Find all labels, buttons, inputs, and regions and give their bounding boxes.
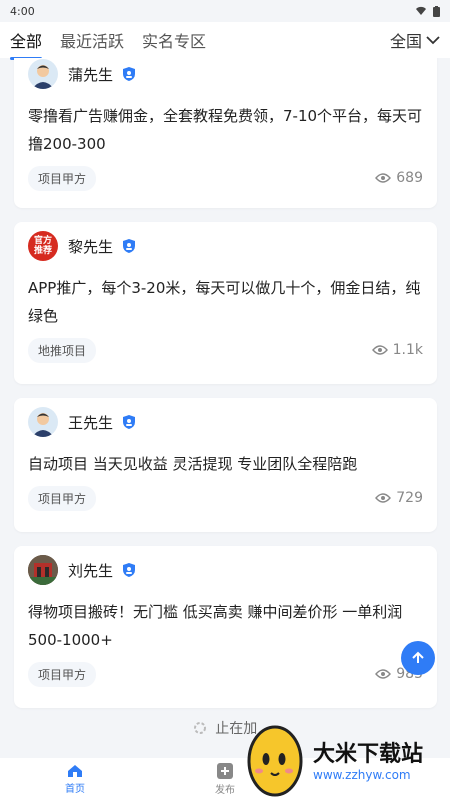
- wifi-icon: [416, 6, 426, 16]
- view-count: 689: [375, 170, 423, 186]
- user-name[interactable]: 蒲先生: [68, 64, 113, 85]
- site-watermark: 大米下载站 www.zzhyw.com: [245, 718, 450, 800]
- nav-home[interactable]: 首页: [0, 764, 150, 795]
- tab-verified[interactable]: 实名专区: [142, 28, 206, 52]
- filter-tabs: 全部 最近活跃 实名专区 全国: [0, 22, 450, 60]
- post-content[interactable]: 自动项目 当天见收益 灵活提现 专业团队全程陪跑: [28, 450, 423, 478]
- view-count-value: 1.1k: [392, 342, 423, 358]
- watermark-title: 大米下载站: [313, 742, 424, 767]
- post-content[interactable]: 零撸看广告赚佣金，全套教程免费领，7-10个平台，每天可撸200-300: [28, 102, 423, 158]
- eye-icon: [375, 493, 392, 503]
- post-content[interactable]: 得物项目搬砖！无门槛 低买高卖 赚中间差价形 一单利润500-1000+: [28, 598, 423, 654]
- post-card[interactable]: 官方推荐 黎先生 APP推广，每个3-20米，每天可以做几十个，佣金日结，纯绿色…: [14, 222, 437, 384]
- spinner-icon: [193, 722, 206, 734]
- home-icon: [68, 764, 82, 777]
- view-count-value: 689: [396, 170, 423, 186]
- view-count: 729: [375, 490, 423, 506]
- post-card[interactable]: 蒲先生 零撸看广告赚佣金，全套教程免费领，7-10个平台，每天可撸200-300…: [14, 58, 437, 208]
- arrow-up-icon: [412, 651, 424, 663]
- post-card[interactable]: 王先生 自动项目 当天见收益 灵活提现 专业团队全程陪跑 项目甲方 729: [14, 398, 437, 532]
- egg-mascot-logo: [247, 725, 303, 797]
- post-content[interactable]: APP推广，每个3-20米，每天可以做几十个，佣金日结，纯绿色: [28, 274, 423, 330]
- view-count-value: 729: [396, 490, 423, 506]
- avatar-label: 官方推荐: [33, 236, 52, 256]
- plus-icon: [217, 762, 233, 779]
- eye-icon: [375, 669, 392, 679]
- user-name[interactable]: 王先生: [68, 412, 113, 433]
- post-tag[interactable]: 项目甲方: [28, 661, 97, 687]
- tab-all[interactable]: 全部: [10, 28, 43, 60]
- user-name[interactable]: 刘先生: [68, 560, 113, 581]
- verified-badge-icon: [123, 563, 136, 577]
- eye-icon: [371, 345, 388, 355]
- eye-icon: [375, 173, 392, 183]
- view-count: 1.1k: [371, 342, 423, 358]
- status-time: 4:00: [10, 4, 35, 18]
- verified-badge-icon: [123, 239, 136, 253]
- chevron-down-icon: [426, 36, 440, 45]
- post-feed[interactable]: 蒲先生 零撸看广告赚佣金，全套教程免费领，7-10个平台，每天可撸200-300…: [0, 58, 450, 758]
- avatar[interactable]: 官方推荐: [28, 231, 58, 261]
- avatar[interactable]: [28, 555, 58, 585]
- nav-home-label: 首页: [65, 783, 85, 795]
- tab-recent-active[interactable]: 最近活跃: [60, 28, 124, 52]
- post-tag[interactable]: 项目甲方: [28, 165, 97, 191]
- post-card[interactable]: 刘先生 得物项目搬砖！无门槛 低买高卖 赚中间差价形 一单利润500-1000+…: [14, 546, 437, 708]
- avatar[interactable]: [28, 407, 58, 437]
- verified-badge-icon: [123, 415, 136, 429]
- verified-badge-icon: [123, 67, 136, 81]
- region-label: 全国: [389, 32, 422, 51]
- user-name[interactable]: 黎先生: [68, 236, 113, 257]
- status-bar: 4:00: [0, 0, 450, 22]
- nav-publish-label: 发布: [215, 784, 235, 796]
- scroll-to-top-button[interactable]: [401, 641, 435, 675]
- watermark-url: www.zzhyw.com: [313, 768, 411, 782]
- post-tag[interactable]: 地推项目: [28, 337, 97, 363]
- avatar[interactable]: [28, 59, 58, 89]
- post-tag[interactable]: 项目甲方: [28, 485, 97, 511]
- battery-icon: [433, 5, 440, 17]
- region-selector[interactable]: 全国: [390, 28, 440, 52]
